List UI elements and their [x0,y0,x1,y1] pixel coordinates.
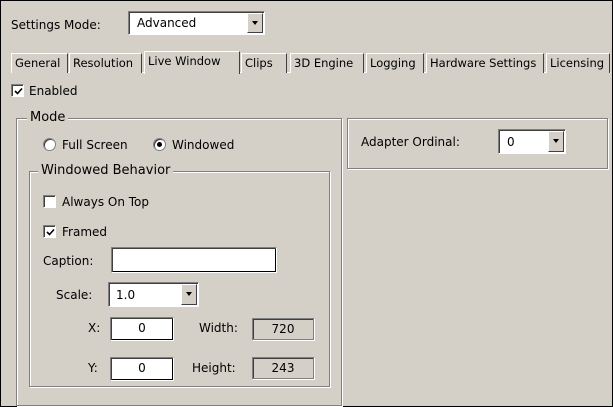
tab-live-window[interactable]: Live Window [144,51,240,74]
windowed-behavior-title: Windowed Behavior [38,163,174,179]
tab-logging[interactable]: Logging [366,53,424,73]
chevron-down-icon[interactable] [247,13,263,33]
enabled-checkbox[interactable] [11,84,24,97]
tab-resolution[interactable]: Resolution [69,53,142,73]
check-icon [14,87,23,95]
caption-label: Caption: [43,254,94,268]
windowed-label: Windowed [172,138,235,152]
check-icon [46,228,55,236]
scale-label: Scale: [56,288,93,302]
tab-label: Resolution [73,56,134,70]
y-label: Y: [88,361,98,375]
chevron-down-icon[interactable] [181,284,197,305]
always-on-top-checkbox[interactable] [43,195,56,208]
tab-label: Clips [245,56,273,70]
settings-mode-dropdown[interactable]: Advanced [128,11,265,35]
adapter-ordinal-dropdown[interactable]: 0 [498,129,566,154]
tab-label: Licensing [550,56,605,70]
radio-selected-dot [157,142,162,147]
mode-group-title: Mode [27,110,69,126]
tab-label: General [15,56,61,70]
x-input[interactable]: 0 [110,317,174,341]
adapter-ordinal-label: Adapter Ordinal: [361,135,460,149]
chevron-down-icon[interactable] [548,131,564,152]
y-input[interactable]: 0 [110,357,174,381]
tab-label: Live Window [148,54,221,68]
settings-mode-label: Settings Mode: [11,18,101,32]
width-value: 720 [252,318,314,340]
settings-window: Settings Mode: Advanced General Resoluti… [0,0,613,407]
tab-licensing[interactable]: Licensing [546,53,610,73]
scale-dropdown[interactable]: 1.0 [108,282,199,307]
tab-strip: General Resolution Live Window Clips 3D … [11,51,611,74]
full-screen-radio[interactable] [43,138,56,151]
framed-checkbox[interactable] [43,225,56,238]
height-value: 243 [252,357,314,379]
always-on-top-label: Always On Top [62,195,149,209]
tab-label: 3D Engine [294,56,354,70]
full-screen-label: Full Screen [62,138,128,152]
tab-label: Hardware Settings [430,56,537,70]
windowed-radio[interactable] [153,138,166,151]
caption-input[interactable] [111,247,277,273]
tab-hardware-settings[interactable]: Hardware Settings [426,53,544,73]
enabled-label: Enabled [29,84,78,98]
adapter-ordinal-value: 0 [507,135,515,149]
height-label: Height: [192,361,236,375]
tab-clips[interactable]: Clips [241,53,287,73]
width-label: Width: [199,321,238,335]
x-label: X: [88,321,101,335]
scale-value: 1.0 [116,288,136,302]
tab-label: Logging [370,56,416,70]
settings-mode-value: Advanced [137,16,197,30]
tab-general[interactable]: General [11,53,68,73]
framed-label: Framed [62,225,108,239]
tab-3d-engine[interactable]: 3D Engine [290,53,364,73]
